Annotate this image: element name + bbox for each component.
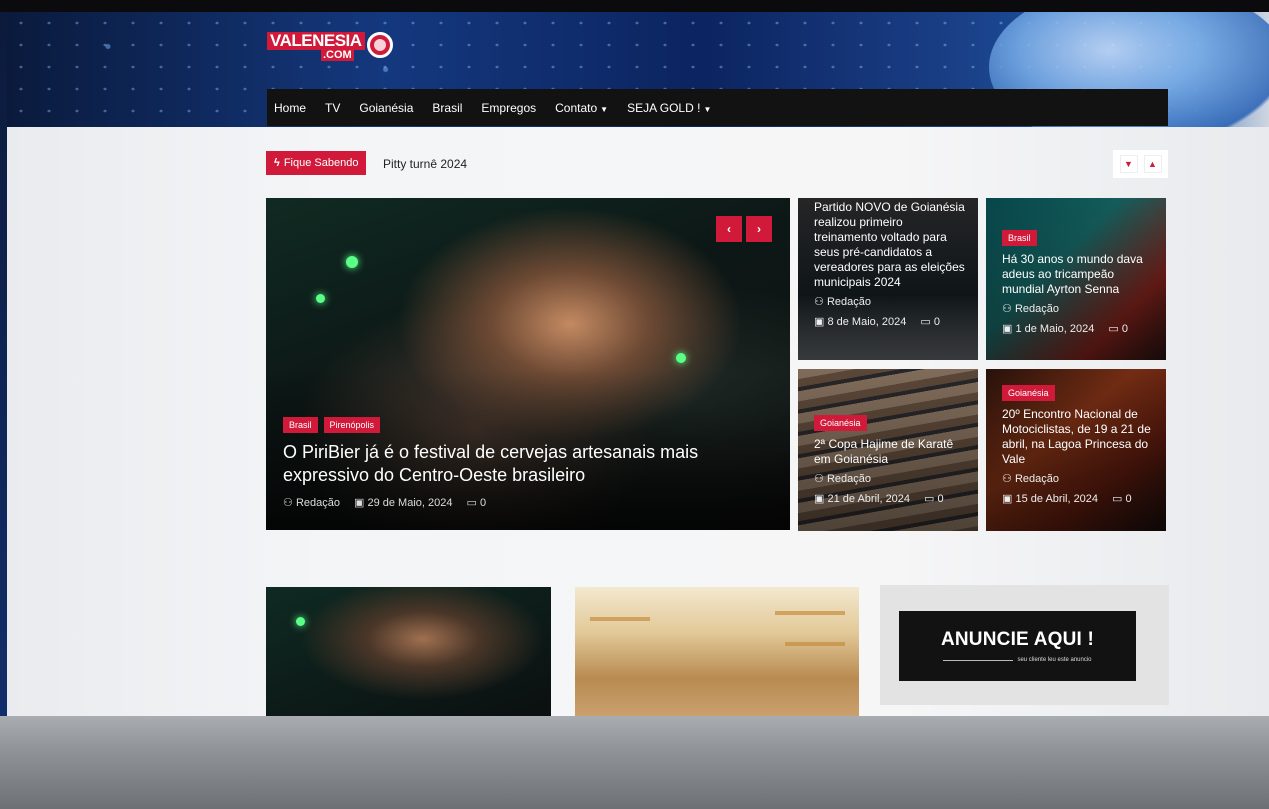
stage-light (346, 256, 358, 268)
slider-prev-button[interactable]: ‹ (716, 216, 742, 242)
user-icon: ⚇ (1002, 303, 1012, 315)
shelf (785, 642, 845, 646)
window-top-edge (0, 0, 1269, 12)
news-card[interactable]: Partido NOVO de Goianésia realizou prime… (798, 198, 978, 360)
ticker-badge: ϟ Fique Sabendo (266, 151, 367, 175)
card-title[interactable]: 20º Encontro Nacional de Motociclistas, … (1002, 407, 1156, 467)
card-author: ⚇ Redação (1002, 473, 1059, 485)
featured-meta: ⚇ Redação ▣ 29 de Maio, 2024 ▭ 0 (283, 496, 750, 509)
shelf (590, 617, 650, 621)
caret-down-icon: ▼ (703, 104, 712, 114)
calendar-icon: ▣ (814, 316, 825, 328)
slider-arrows: ‹ › (716, 216, 772, 242)
stage-light (296, 617, 305, 626)
nav-seja-gold[interactable]: SEJA GOLD ! ▼ (627, 101, 711, 115)
card-comments: ▭ 0 (1112, 493, 1132, 505)
slider-next-button[interactable]: › (746, 216, 772, 242)
stage-light (316, 294, 325, 303)
comments: ▭ 0 (466, 497, 487, 509)
ticker-headline[interactable]: Pitty turnê 2024 (383, 157, 467, 171)
featured-caption: Brasil Pirenópolis O PiriBier já é o fes… (283, 417, 750, 509)
nav-home[interactable]: Home (274, 101, 306, 115)
ad-title: ANUNCIE AQUI ! (940, 629, 1095, 650)
comment-icon: ▭ (924, 493, 935, 505)
shelf (775, 611, 845, 615)
comment-icon: ▭ (466, 497, 477, 509)
ad-banner[interactable]: ANUNCIE AQUI ! seu cliente leu este anun… (880, 585, 1169, 705)
ad-inner: ANUNCIE AQUI ! seu cliente leu este anun… (899, 611, 1136, 681)
card-title[interactable]: 2ª Copa Hajime de Karatê em Goianésia (814, 437, 968, 467)
nav-contato[interactable]: Contato ▼ (555, 101, 608, 115)
stage-light (676, 353, 686, 363)
tag-pirenopolis[interactable]: Pirenópolis (323, 417, 381, 433)
tag-brasil[interactable]: Brasil (283, 417, 318, 433)
ticker-up-button[interactable]: ▲ (1143, 155, 1162, 173)
featured-story[interactable]: ‹ › Brasil Pirenópolis O PiriBier já é o… (266, 198, 790, 530)
ad-subtitle: seu cliente leu este anuncio (943, 657, 1092, 663)
card-comments: ▭ 0 (1108, 323, 1128, 335)
caret-down-icon: ▼ (600, 104, 609, 114)
card-body: Brasil Há 30 anos o mundo dava adeus ao … (1002, 228, 1156, 335)
user-icon: ⚇ (283, 497, 293, 509)
card-comments: ▭ 0 (924, 493, 944, 505)
card-meta: ▣ 21 de Abril, 2024 ▭ 0 (814, 492, 968, 505)
card-meta: ▣ 1 de Maio, 2024 ▭ 0 (1002, 322, 1156, 335)
comment-icon: ▭ (1112, 493, 1123, 505)
post-thumbnail[interactable] (575, 587, 859, 717)
nav-empregos[interactable]: Empregos (481, 101, 536, 115)
card-tag[interactable]: Goianésia (1002, 385, 1055, 401)
nav-brasil[interactable]: Brasil (432, 101, 462, 115)
user-icon: ⚇ (814, 473, 824, 485)
card-author: ⚇ Redação (814, 473, 871, 485)
ticker-controls: ▼ ▲ (1113, 150, 1168, 178)
card-comments: ▭ 0 (920, 316, 940, 328)
logo-globe-icon (366, 32, 393, 58)
featured-title[interactable]: O PiriBier já é o festival de cervejas a… (283, 441, 750, 487)
comment-icon: ▭ (1108, 323, 1119, 335)
featured-tags: Brasil Pirenópolis (283, 417, 750, 433)
news-card[interactable]: Goianésia 20º Encontro Nacional de Motoc… (986, 369, 1166, 531)
card-date: ▣ 21 de Abril, 2024 (814, 493, 911, 505)
site-logo[interactable]: VALENESIA .COM (267, 32, 393, 66)
calendar-icon: ▣ (1002, 323, 1013, 335)
date: ▣ 29 de Maio, 2024 (353, 497, 453, 509)
card-title[interactable]: Partido NOVO de Goianésia realizou prime… (814, 200, 968, 290)
card-meta: ▣ 8 de Maio, 2024 ▭ 0 (814, 315, 968, 328)
card-date: ▣ 1 de Maio, 2024 (1002, 323, 1095, 335)
card-title[interactable]: Há 30 anos o mundo dava adeus ao tricamp… (1002, 252, 1156, 297)
post-thumbnail[interactable] (266, 587, 551, 717)
laptop-base (0, 716, 1269, 809)
user-icon: ⚇ (814, 296, 824, 308)
card-author: ⚇ Redação (814, 296, 871, 308)
news-card[interactable]: Goianésia 2ª Copa Hajime de Karatê em Go… (798, 369, 978, 531)
main-navbar: Home TV Goianésia Brasil Empregos Contat… (267, 89, 1168, 126)
calendar-icon: ▣ (1002, 493, 1013, 505)
ticker-down-button[interactable]: ▼ (1119, 155, 1138, 173)
card-body: Goianésia 20º Encontro Nacional de Motoc… (1002, 383, 1156, 505)
card-body: Partido NOVO de Goianésia realizou prime… (814, 198, 968, 328)
card-tag[interactable]: Brasil (1002, 230, 1037, 246)
ticker-badge-label: Fique Sabendo (283, 157, 359, 169)
card-author: ⚇ Redação (1002, 303, 1059, 315)
bolt-icon: ϟ (274, 157, 280, 169)
news-card[interactable]: Brasil Há 30 anos o mundo dava adeus ao … (986, 198, 1166, 360)
comment-icon: ▭ (920, 316, 931, 328)
card-date: ▣ 15 de Abril, 2024 (1002, 493, 1099, 505)
card-tag[interactable]: Goianésia (814, 415, 867, 431)
card-date: ▣ 8 de Maio, 2024 (814, 316, 907, 328)
logo-com: .COM (321, 49, 354, 61)
user-icon: ⚇ (1002, 473, 1012, 485)
author: ⚇ Redação (283, 497, 340, 509)
nav-tv[interactable]: TV (325, 101, 340, 115)
calendar-icon: ▣ (353, 497, 365, 509)
card-meta: ▣ 15 de Abril, 2024 ▭ 0 (1002, 492, 1156, 505)
card-body: Goianésia 2ª Copa Hajime de Karatê em Go… (814, 413, 968, 505)
calendar-icon: ▣ (814, 493, 825, 505)
logo-text: VALENESIA (267, 32, 365, 50)
nav-goianesia[interactable]: Goianésia (359, 101, 413, 115)
